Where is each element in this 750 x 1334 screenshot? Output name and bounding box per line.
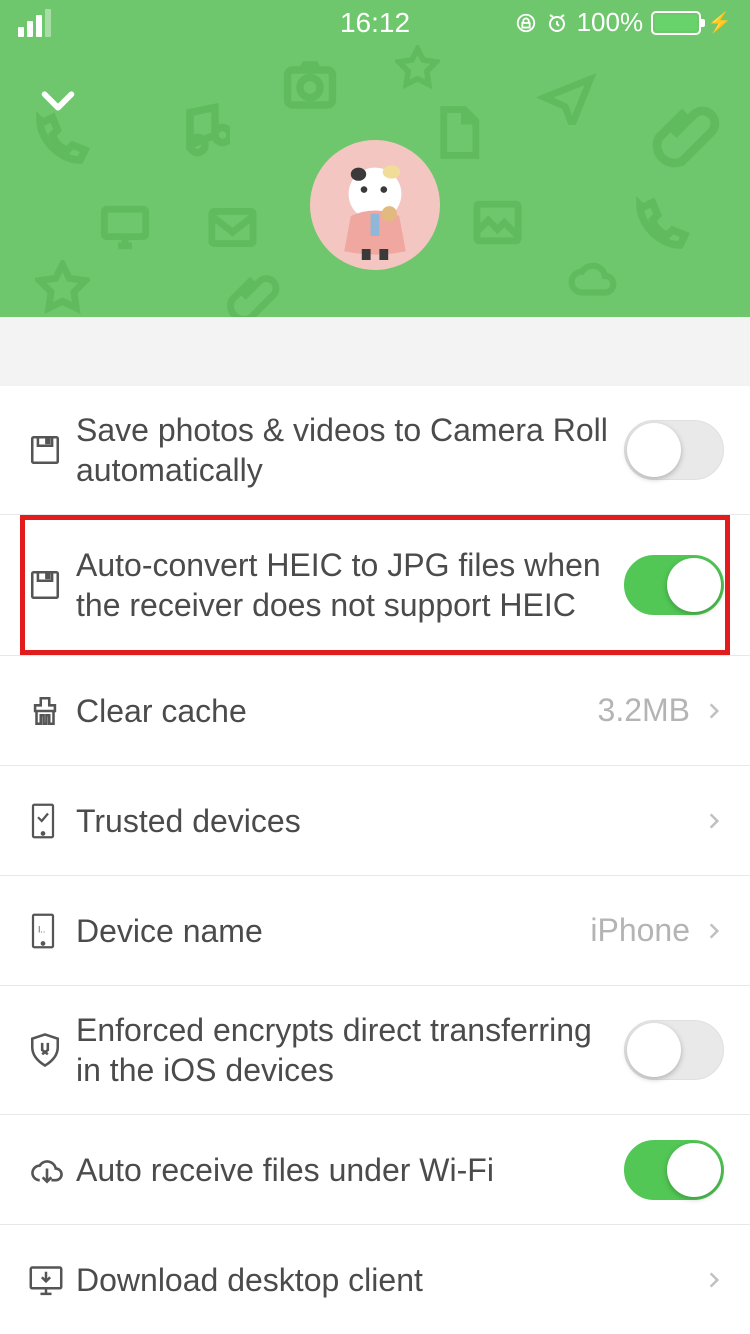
charging-icon: ⚡ [707, 10, 732, 35]
settings-screen: 16:12 100% ⚡ [0, 0, 750, 1334]
doodle-mail-icon [200, 200, 265, 255]
brush-icon [28, 694, 76, 728]
row-enforced-encrypt[interactable]: Enforced encrypts direct transferring in… [0, 985, 750, 1114]
cloud-download-icon [28, 1154, 76, 1186]
lock-rotation-icon [515, 12, 537, 34]
device-name-value: iPhone [590, 912, 690, 949]
row-trusted-devices[interactable]: Trusted devices [0, 765, 750, 875]
row-label: Trusted devices [76, 801, 704, 841]
row-save-camera-roll[interactable]: Save photos & videos to Camera Roll auto… [0, 386, 750, 514]
doodle-clip2-icon [225, 270, 280, 317]
chevron-right-icon [704, 694, 724, 728]
save-icon [28, 433, 76, 467]
doodle-file-icon [430, 100, 485, 165]
doodle-star2-icon [35, 260, 90, 315]
row-label: Clear cache [76, 691, 598, 731]
shield-icon [28, 1031, 76, 1069]
doodle-monitor-icon [90, 200, 160, 255]
svg-text:I..: I.. [38, 924, 45, 934]
chevron-down-icon [35, 77, 81, 123]
toggle-auto-receive-wifi[interactable] [624, 1140, 724, 1200]
header-hero: 16:12 100% ⚡ [0, 0, 750, 317]
doodle-clip-icon [650, 100, 720, 170]
row-clear-cache[interactable]: Clear cache 3.2MB [0, 655, 750, 765]
chevron-right-icon [704, 804, 724, 838]
status-bar: 16:12 100% ⚡ [0, 0, 750, 45]
chevron-right-icon [704, 1263, 724, 1297]
avatar-image [320, 150, 430, 260]
section-gap [0, 317, 750, 346]
row-label: Download desktop client [76, 1260, 704, 1300]
row-download-desktop[interactable]: Download desktop client [0, 1224, 750, 1334]
doodle-star-icon [395, 45, 440, 90]
row-auto-convert-heic[interactable]: Auto-convert HEIC to JPG files when the … [0, 514, 750, 655]
battery-percent: 100% [577, 7, 644, 38]
row-label: Enforced encrypts direct transferring in… [76, 1010, 624, 1090]
toggle-enforced-encrypt[interactable] [624, 1020, 724, 1080]
doodle-camera-icon [280, 55, 340, 115]
row-label: Auto-convert HEIC to JPG files when the … [76, 545, 624, 625]
row-device-name[interactable]: I.. Device name iPhone [0, 875, 750, 985]
doodle-cloud-icon [555, 255, 630, 305]
status-time: 16:12 [340, 7, 410, 39]
doodle-music-icon [170, 100, 230, 160]
row-label: Save photos & videos to Camera Roll auto… [76, 410, 624, 490]
battery-icon: ⚡ [651, 10, 732, 35]
doodle-image-icon [465, 195, 530, 250]
status-right: 100% ⚡ [515, 7, 732, 38]
toggle-auto-convert-heic[interactable] [624, 555, 724, 615]
settings-list: Save photos & videos to Camera Roll auto… [0, 386, 750, 1334]
cache-size-value: 3.2MB [598, 692, 690, 729]
doodle-send-icon [535, 70, 600, 125]
collapse-button[interactable] [28, 70, 88, 130]
signal-icon [18, 9, 51, 37]
monitor-download-icon [28, 1263, 76, 1297]
status-left [18, 9, 51, 37]
row-label: Auto receive files under Wi-Fi [76, 1150, 624, 1190]
save-icon [28, 568, 76, 602]
device-check-icon [28, 802, 76, 840]
alarm-icon [545, 11, 569, 35]
device-name-icon: I.. [28, 912, 76, 950]
toggle-save-camera-roll[interactable] [624, 420, 724, 480]
doodle-phone2-icon [630, 195, 690, 255]
chevron-right-icon [704, 914, 724, 948]
row-label: Device name [76, 911, 590, 951]
row-auto-receive-wifi[interactable]: Auto receive files under Wi-Fi [0, 1114, 750, 1224]
avatar[interactable] [310, 140, 440, 270]
